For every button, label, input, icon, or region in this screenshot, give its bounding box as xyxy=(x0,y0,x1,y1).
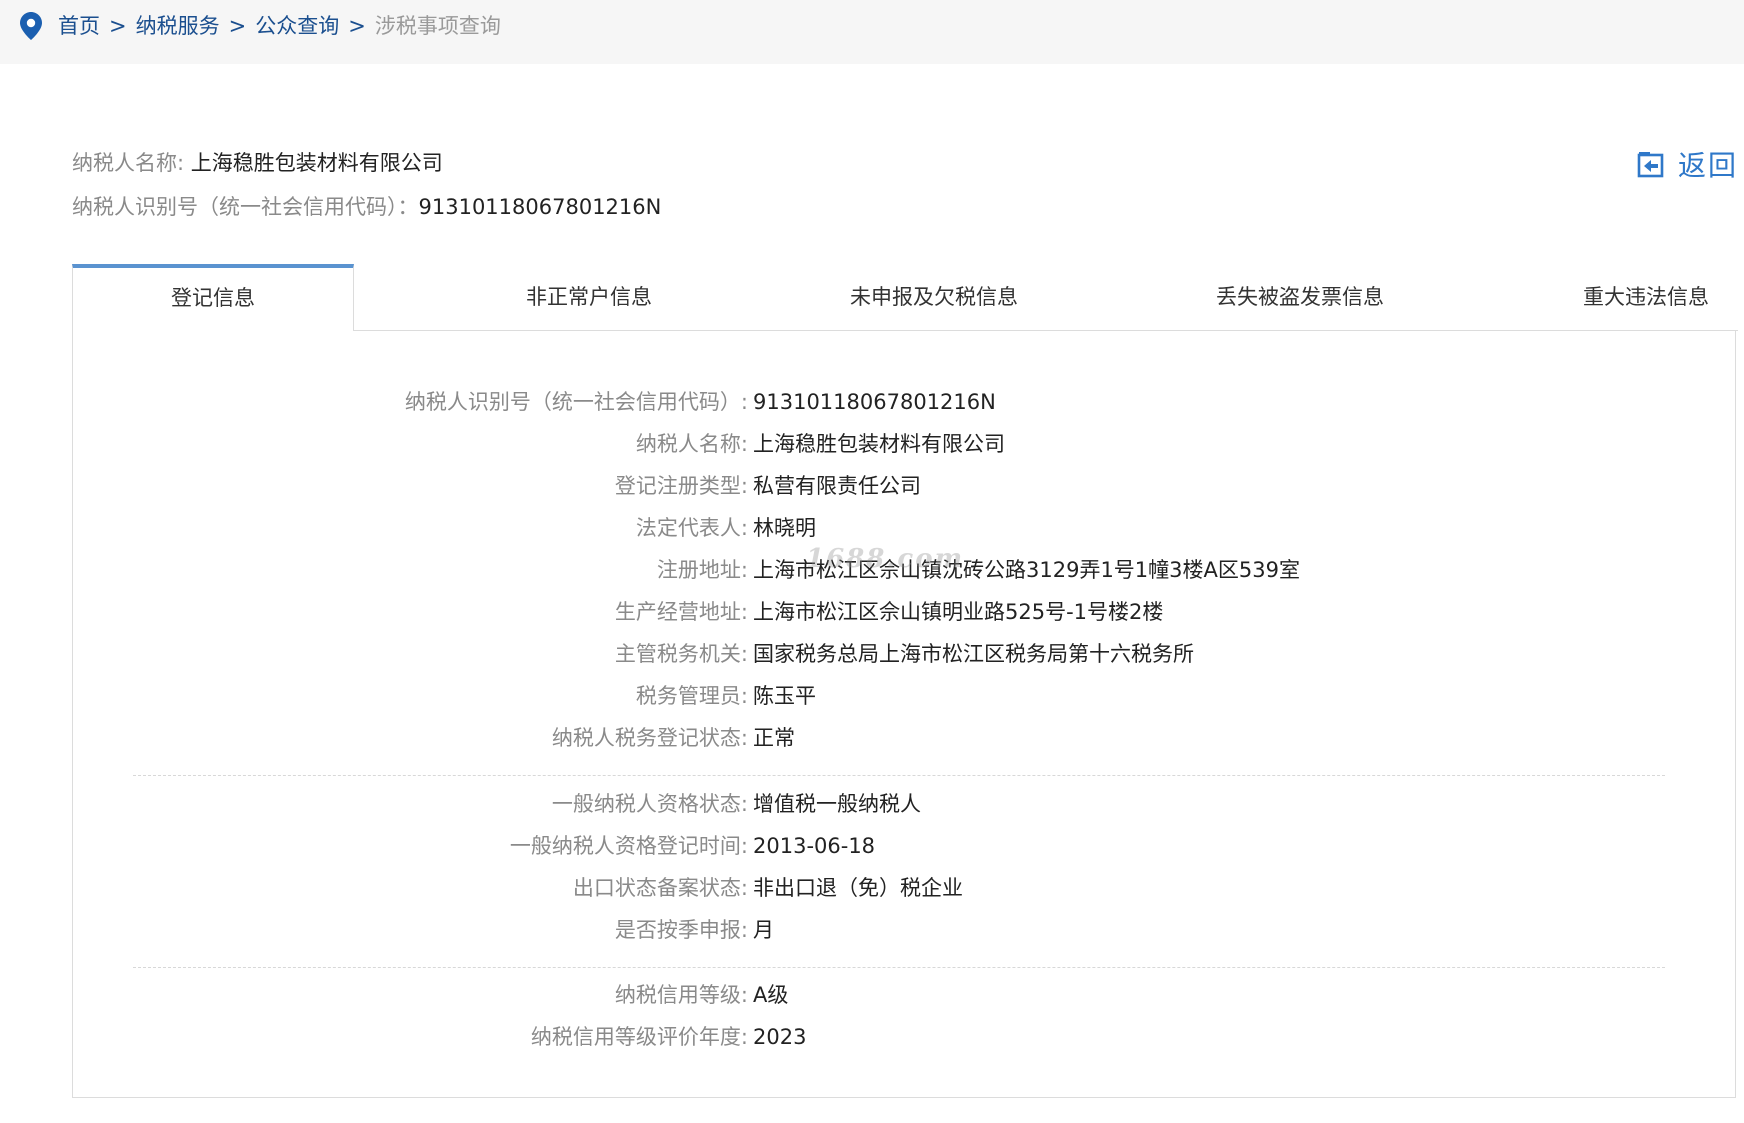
detail-label: 税务管理员: xyxy=(635,684,748,708)
detail-label: 法定代表人: xyxy=(635,516,748,540)
detail-value: 林晓明 xyxy=(753,516,816,540)
detail-value: 月 xyxy=(753,918,774,942)
tab-registration-info[interactable]: 登记信息 xyxy=(72,264,354,331)
tab-abnormal-account-info[interactable]: 非正常户信息 xyxy=(434,264,744,330)
detail-row-taxpayer-name: 纳税人名称: 上海稳胜包装材料有限公司 xyxy=(73,427,1673,461)
detail-label: 纳税人识别号（统一社会信用代码）: xyxy=(404,390,748,414)
section-divider xyxy=(133,967,1665,968)
taxpayer-id-line: 纳税人识别号（统一社会信用代码）：91310118067801216N xyxy=(72,192,661,222)
location-pin-icon xyxy=(20,12,42,40)
watermark: 1688.com xyxy=(806,544,965,574)
detail-label: 生产经营地址: xyxy=(614,600,748,624)
detail-value: 91310118067801216N xyxy=(753,390,996,414)
detail-label: 出口状态备案状态: xyxy=(572,876,748,900)
detail-value: 上海市松江区佘山镇明业路525号-1号楼2楼 xyxy=(753,600,1164,624)
detail-value: 陈玉平 xyxy=(753,684,816,708)
detail-value: 增值税一般纳税人 xyxy=(753,792,921,816)
taxpayer-name-label: 纳税人名称: xyxy=(72,151,185,175)
breadcrumb-public-query-link[interactable]: 公众查询 xyxy=(255,14,339,38)
breadcrumb-home-link[interactable]: 首页 xyxy=(58,14,100,38)
detail-value: 私营有限责任公司 xyxy=(753,474,921,498)
detail-row-general-taxpayer-date: 一般纳税人资格登记时间: 2013-06-18 xyxy=(73,829,1673,863)
detail-label: 主管税务机关: xyxy=(614,642,748,666)
detail-row-registration-type: 登记注册类型: 私营有限责任公司 xyxy=(73,469,1673,503)
detail-label: 一般纳税人资格状态: xyxy=(551,792,748,816)
detail-row-general-taxpayer-status: 一般纳税人资格状态: 增值税一般纳税人 xyxy=(73,787,1673,821)
detail-value: 上海稳胜包装材料有限公司 xyxy=(753,432,1005,456)
detail-label: 是否按季申报: xyxy=(614,918,748,942)
detail-value: A级 xyxy=(753,983,789,1007)
breadcrumb-separator: > xyxy=(109,14,127,38)
detail-row-export-status: 出口状态备案状态: 非出口退（免）税企业 xyxy=(73,871,1673,905)
back-label: 返回 xyxy=(1678,149,1739,182)
back-icon xyxy=(1637,152,1664,178)
detail-row-credit-rating-year: 纳税信用等级评价年度: 2023 xyxy=(73,1020,1673,1054)
section-divider xyxy=(133,775,1665,776)
detail-value: 非出口退（免）税企业 xyxy=(753,876,963,900)
detail-row-quarterly-filing: 是否按季申报: 月 xyxy=(73,913,1673,947)
tab-bar: 登记信息 非正常户信息 未申报及欠税信息 丢失被盗发票信息 重大违法信息 xyxy=(72,264,1738,331)
detail-label: 登记注册类型: xyxy=(614,474,748,498)
detail-label: 纳税人名称: xyxy=(635,432,748,456)
detail-label: 注册地址: xyxy=(656,558,748,582)
breadcrumb-tax-service-link[interactable]: 纳税服务 xyxy=(136,14,220,38)
tab-undeclared-arrears-info[interactable]: 未申报及欠税信息 xyxy=(774,264,1094,330)
detail-row-tax-administrator: 税务管理员: 陈玉平 xyxy=(73,679,1673,713)
detail-value: 2023 xyxy=(753,1025,807,1049)
breadcrumb-bar: 首页 > 纳税服务 > 公众查询 > 涉税事项查询 xyxy=(0,0,1744,64)
taxpayer-name-line: 纳税人名称: 上海稳胜包装材料有限公司 xyxy=(72,148,443,178)
taxpayer-name-value: 上海稳胜包装材料有限公司 xyxy=(190,151,443,175)
breadcrumb: 首页 > 纳税服务 > 公众查询 > 涉税事项查询 xyxy=(58,11,501,41)
detail-label: 纳税信用等级评价年度: xyxy=(530,1025,748,1049)
detail-row-business-address: 生产经营地址: 上海市松江区佘山镇明业路525号-1号楼2楼 xyxy=(73,595,1673,629)
registration-info-panel: 纳税人识别号（统一社会信用代码）: 91310118067801216N 纳税人… xyxy=(72,330,1736,1098)
detail-row-legal-representative: 法定代表人: 林晓明 xyxy=(73,511,1673,545)
taxpayer-id-value: 91310118067801216N xyxy=(418,195,662,219)
detail-label: 一般纳税人资格登记时间: xyxy=(509,834,748,858)
detail-value: 2013-06-18 xyxy=(753,834,876,858)
tab-lost-invoice-info[interactable]: 丢失被盗发票信息 xyxy=(1140,264,1460,330)
breadcrumb-current: 涉税事项查询 xyxy=(374,14,501,38)
detail-value: 正常 xyxy=(753,726,795,750)
detail-label: 纳税人税务登记状态: xyxy=(551,726,748,750)
back-button[interactable]: 返回 xyxy=(1636,147,1739,182)
taxpayer-id-label: 纳税人识别号（统一社会信用代码）： xyxy=(72,195,419,219)
breadcrumb-separator: > xyxy=(228,14,247,38)
tab-major-violation-info[interactable]: 重大违法信息 xyxy=(1486,264,1744,330)
breadcrumb-separator: > xyxy=(348,14,366,38)
detail-row-tax-authority: 主管税务机关: 国家税务总局上海市松江区税务局第十六税务所 xyxy=(73,637,1673,671)
detail-row-credit-rating: 纳税信用等级: A级 xyxy=(73,978,1673,1012)
detail-row-taxpayer-id: 纳税人识别号（统一社会信用代码）: 91310118067801216N xyxy=(73,385,1673,419)
detail-value: 国家税务总局上海市松江区税务局第十六税务所 xyxy=(753,642,1194,666)
detail-row-registration-status: 纳税人税务登记状态: 正常 xyxy=(73,721,1673,755)
detail-label: 纳税信用等级: xyxy=(614,983,748,1007)
